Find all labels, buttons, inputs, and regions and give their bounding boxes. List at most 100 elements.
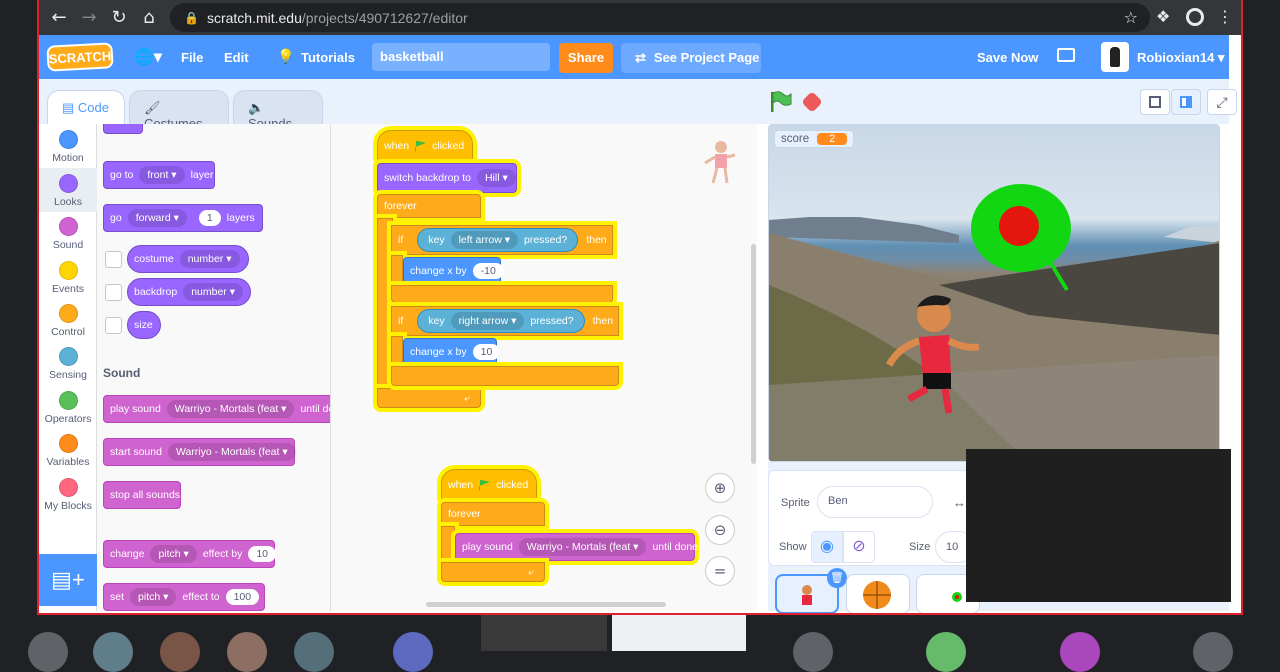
green-flag-icon[interactable] xyxy=(767,89,793,115)
change-x-block-1[interactable]: change x by -10 xyxy=(403,257,504,285)
avatar[interactable] xyxy=(1101,42,1129,72)
participant-bubble[interactable] xyxy=(393,632,433,672)
show-hidden-button[interactable]: ⊘ xyxy=(843,531,875,563)
when-flag-clicked-hat-2[interactable]: when clicked xyxy=(441,469,537,501)
participant-bubble[interactable] xyxy=(926,632,966,672)
when-flag-clicked-hat[interactable]: when clicked xyxy=(377,130,473,162)
backdrop-dropdown[interactable]: number ▾ xyxy=(183,283,244,301)
backdrop-dropdown[interactable]: Hill ▾ xyxy=(476,169,516,187)
effect-dropdown[interactable]: pitch ▾ xyxy=(150,545,197,563)
category-looks[interactable]: Looks xyxy=(39,168,97,212)
folder-icon[interactable] xyxy=(1057,48,1075,62)
stop-sign-icon[interactable] xyxy=(801,91,823,113)
script-area[interactable]: when clicked switch backdrop to Hill ▾ fo… xyxy=(331,124,757,611)
back-arrow-icon[interactable]: ← xyxy=(44,7,74,28)
participant-bubble[interactable] xyxy=(1060,632,1100,672)
key-pressed-sensing-1[interactable]: key left arrow ▾ pressed? xyxy=(417,228,579,252)
effect-number-input[interactable]: 100 xyxy=(225,589,260,605)
palette-go-forward-layers[interactable]: go forward ▾ 1 layers xyxy=(103,204,263,232)
participant-bubble[interactable] xyxy=(793,632,833,672)
participant-video-tile[interactable] xyxy=(612,615,746,651)
sound-dropdown[interactable]: Warriyo - Mortals (feat ▾ xyxy=(518,538,647,556)
fullscreen-button[interactable]: ⤢ xyxy=(1207,89,1237,115)
category-my-blocks[interactable]: My Blocks xyxy=(39,478,97,512)
zoom-reset-button[interactable]: = xyxy=(705,556,735,586)
participant-video-tile[interactable] xyxy=(481,615,607,651)
home-icon[interactable]: ⌂ xyxy=(134,7,164,28)
category-events[interactable]: Events xyxy=(39,261,97,295)
key-dropdown[interactable]: left arrow ▾ xyxy=(450,231,518,249)
forever-block-2[interactable]: forever xyxy=(441,502,545,526)
player-sprite-ben[interactable] xyxy=(879,285,979,420)
palette-play-sound-until-done[interactable]: play sound Warriyo - Mortals (feat ▾ unt… xyxy=(103,395,330,423)
palette-costume-reporter[interactable]: costume number ▾ xyxy=(127,245,249,273)
palette-go-to-layer[interactable]: go to front ▾ layer xyxy=(103,161,215,189)
sprite-thumb-ben[interactable]: 🗑 xyxy=(775,568,847,613)
category-operators[interactable]: Operators xyxy=(39,391,97,425)
palette-block-partial[interactable] xyxy=(103,124,143,134)
edit-menu[interactable]: Edit xyxy=(224,50,249,65)
extensions-icon[interactable]: ❖ xyxy=(1156,7,1170,26)
sound-dropdown[interactable]: Warriyo - Mortals (feat ▾ xyxy=(167,443,296,461)
x-number-input[interactable]: 10 xyxy=(472,344,501,360)
forward-arrow-icon[interactable]: → xyxy=(74,7,104,28)
participant-bubble[interactable] xyxy=(227,632,267,672)
palette-size-reporter[interactable]: size xyxy=(127,311,161,339)
sound-dropdown[interactable]: Warriyo - Mortals (feat ▾ xyxy=(166,400,295,418)
palette-stop-all-sounds[interactable]: stop all sounds xyxy=(103,481,181,509)
effect-number-input[interactable]: 10 xyxy=(248,546,277,562)
participant-bubble[interactable] xyxy=(1193,632,1233,672)
stage-canvas[interactable]: score 2 xyxy=(768,124,1220,462)
change-x-block-2[interactable]: change x by 10 xyxy=(403,338,501,366)
costume-checkbox[interactable] xyxy=(105,251,122,268)
category-motion[interactable]: Motion xyxy=(39,130,97,164)
sprite-name-input[interactable]: Ben xyxy=(817,486,933,518)
palette-change-effect[interactable]: change pitch ▾ effect by 10 xyxy=(103,540,277,568)
tab-code[interactable]: ▤ Code xyxy=(47,90,125,124)
reload-icon[interactable]: ↻ xyxy=(104,7,134,28)
category-sound[interactable]: Sound xyxy=(39,217,97,251)
score-monitor[interactable]: score 2 xyxy=(774,130,855,148)
direction-dropdown[interactable]: forward ▾ xyxy=(127,209,187,227)
category-control[interactable]: Control xyxy=(39,304,97,338)
x-number-input[interactable]: -10 xyxy=(472,263,504,279)
switch-backdrop-block[interactable]: switch backdrop to Hill ▾ xyxy=(377,163,517,193)
forever-block[interactable]: forever xyxy=(377,194,481,218)
profile-icon[interactable] xyxy=(1186,8,1204,26)
small-stage-button[interactable] xyxy=(1140,89,1170,115)
ball-target-sprite[interactable] xyxy=(969,180,1079,295)
menu-dots-icon[interactable]: ⋮ xyxy=(1217,7,1233,26)
project-title-input[interactable]: basketball xyxy=(372,43,550,71)
file-menu[interactable]: File xyxy=(181,50,203,65)
zoom-out-button[interactable]: ⊖ xyxy=(705,515,735,545)
bookmark-star-icon[interactable]: ☆ xyxy=(1124,8,1138,27)
palette-backdrop-reporter[interactable]: backdrop number ▾ xyxy=(127,278,251,306)
zoom-in-button[interactable]: ⊕ xyxy=(705,473,735,503)
palette-set-effect[interactable]: set pitch ▾ effect to 100 xyxy=(103,583,265,611)
globe-icon[interactable]: 🌐▾ xyxy=(134,47,162,67)
effect-dropdown[interactable]: pitch ▾ xyxy=(130,588,177,606)
key-dropdown[interactable]: right arrow ▾ xyxy=(450,312,525,330)
layers-number-input[interactable]: 1 xyxy=(198,210,221,226)
show-visible-button[interactable]: ◉ xyxy=(811,531,843,563)
participant-bubble[interactable] xyxy=(160,632,200,672)
horizontal-scrollbar[interactable] xyxy=(426,602,666,607)
add-extension-button[interactable]: ▤+ xyxy=(39,554,97,606)
username-menu[interactable]: Robioxian14 ▾ xyxy=(1137,50,1224,66)
category-variables[interactable]: Variables xyxy=(39,434,97,468)
participant-bubble[interactable] xyxy=(294,632,334,672)
play-sound-until-done-block[interactable]: play sound Warriyo - Mortals (feat ▾ unt… xyxy=(455,533,698,561)
address-bar[interactable]: 🔒 scratch.mit.edu/projects/490712627/edi… xyxy=(170,3,1150,32)
if-block-2[interactable]: if key right arrow ▾ pressed? then xyxy=(391,306,619,336)
tab-sounds[interactable]: 🔈 Sounds xyxy=(233,90,323,131)
sprite-thumb-ball[interactable] xyxy=(846,574,910,613)
backdrop-checkbox[interactable] xyxy=(105,284,122,301)
share-button[interactable]: Share xyxy=(559,43,613,73)
if-block-1[interactable]: if key left arrow ▾ pressed? then xyxy=(391,225,613,255)
key-pressed-sensing-2[interactable]: key right arrow ▾ pressed? xyxy=(417,309,585,333)
participant-bubble[interactable] xyxy=(93,632,133,672)
delete-sprite-icon[interactable]: 🗑 xyxy=(827,568,847,588)
category-sensing[interactable]: Sensing xyxy=(39,347,97,381)
tutorials-menu[interactable]: Tutorials xyxy=(301,50,355,65)
participant-bubble[interactable] xyxy=(28,632,68,672)
